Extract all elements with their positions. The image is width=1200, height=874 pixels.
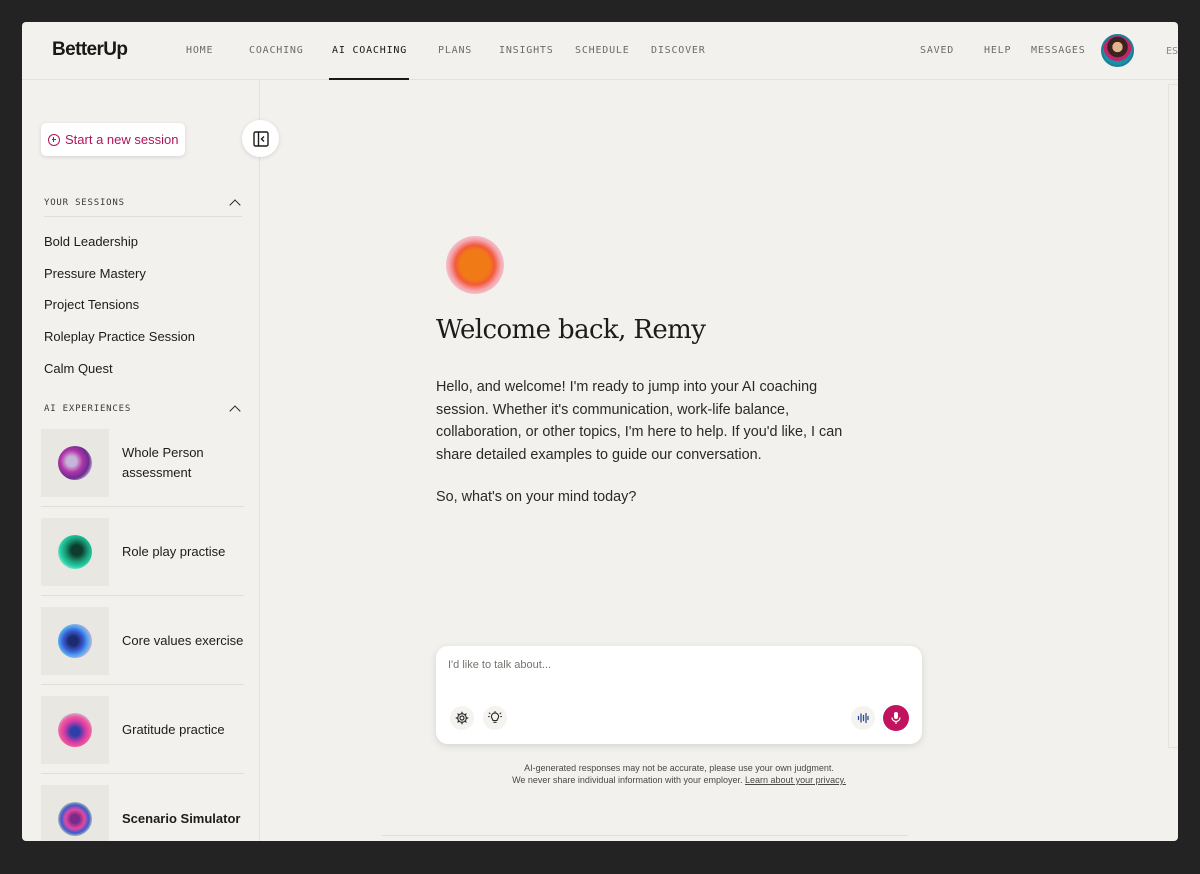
nav-plans[interactable]: PLANS [438,45,472,56]
nav-messages[interactable]: MESSAGES [1031,45,1086,56]
audio-waveform-icon [857,712,869,724]
divider [44,216,242,217]
experience-label: Gratitude practice [122,721,225,737]
divider [41,595,244,596]
experience-thumbnail [41,428,109,497]
experience-thumbnail [41,695,109,764]
experience-card-core-values[interactable]: Core values exercise [41,605,244,676]
experience-thumbnail [41,517,109,586]
your-sessions-header[interactable]: YOUR SESSIONS [44,197,242,211]
session-item[interactable]: Roleplay Practice Session [44,329,195,344]
betterup-logo[interactable]: BetterUp [52,39,128,61]
app-window: BetterUp HOME COACHING AI COACHING PLANS… [22,22,1178,841]
start-new-session-label: Start a new session [65,132,179,147]
top-nav: BetterUp HOME COACHING AI COACHING PLANS… [22,22,1178,80]
session-item[interactable]: Pressure Mastery [44,266,146,281]
privacy-link[interactable]: Learn about your privacy. [745,775,846,785]
ai-experiences-header[interactable]: AI EXPERIENCES [44,403,242,417]
plus-circle-icon [48,133,60,146]
ai-experiences-heading: AI EXPERIENCES [44,404,132,414]
user-avatar[interactable] [1101,34,1134,67]
suggestions-button[interactable] [483,706,507,730]
prompt-message: So, what's on your mind today? [436,489,637,505]
nav-schedule[interactable]: SCHEDULE [575,45,630,56]
sessions-sidebar: Start a new session YOUR SESSIONS Bold L… [22,80,260,841]
ai-disclaimer: AI-generated responses may not be accura… [436,762,922,786]
divider [382,835,908,836]
nav-coaching[interactable]: COACHING [249,45,304,56]
your-sessions-heading: YOUR SESSIONS [44,198,125,208]
gear-icon [455,711,469,725]
session-item[interactable]: Calm Quest [44,361,113,376]
nav-clipped-item[interactable]: ES [1166,46,1178,57]
experience-card-gratitude[interactable]: Gratitude practice [41,694,244,765]
message-input[interactable] [448,659,888,671]
sidebar-collapse-icon [252,130,269,147]
divider [41,684,244,685]
role-play-orb-icon [58,534,92,569]
experience-label: Core values exercise [122,632,244,648]
right-panel-edge [1168,84,1178,748]
experience-label: Role play practise [122,543,226,559]
active-tab-indicator [329,78,409,80]
nav-help[interactable]: HELP [984,45,1011,56]
nav-saved[interactable]: SAVED [920,45,954,56]
start-new-session-button[interactable]: Start a new session [41,123,186,156]
divider [41,506,244,507]
settings-button[interactable] [450,706,474,730]
chevron-up-icon[interactable] [229,405,241,417]
microphone-icon [891,712,901,724]
scenario-orb-icon [58,801,92,836]
microphone-button[interactable] [883,705,909,731]
welcome-heading: Welcome back, Remy [436,315,706,345]
session-item[interactable]: Bold Leadership [44,234,138,249]
experience-thumbnail [41,606,109,675]
experience-label: Whole Person assessment [122,444,204,480]
voice-mode-button[interactable] [851,706,875,730]
intro-message: Hello, and welcome! I'm ready to jump in… [436,379,843,464]
disclaimer-line-2: We never share individual information wi… [436,774,922,786]
ai-coach-orb-icon [446,236,504,294]
whole-person-orb-icon [58,445,92,480]
nav-home[interactable]: HOME [186,45,213,56]
experience-thumbnail [41,784,109,841]
experience-card-scenario-simulator[interactable]: Scenario Simulator [41,783,244,841]
experience-label: Scenario Simulator [122,810,241,826]
core-values-orb-icon [58,623,92,658]
experience-card-whole-person[interactable]: Whole Person assessment [41,427,244,498]
session-item[interactable]: Project Tensions [44,297,139,312]
nav-insights[interactable]: INSIGHTS [499,45,554,56]
nav-discover[interactable]: DISCOVER [651,45,706,56]
message-composer [436,646,922,744]
experience-card-role-play[interactable]: Role play practise [41,516,244,587]
nav-ai-coaching[interactable]: AI COACHING [332,45,407,56]
lightbulb-icon [488,711,502,723]
collapse-sidebar-button[interactable] [242,120,279,157]
chevron-up-icon[interactable] [229,199,241,211]
disclaimer-text: We never share individual information wi… [512,775,743,785]
disclaimer-line-1: AI-generated responses may not be accura… [524,763,834,773]
gratitude-orb-icon [58,712,92,747]
divider [41,773,244,774]
